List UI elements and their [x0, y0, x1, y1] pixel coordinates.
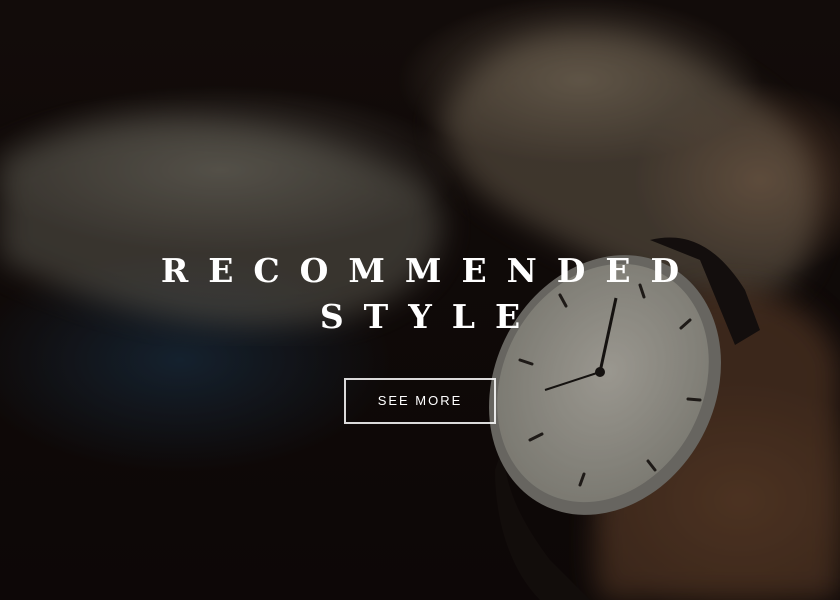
- hero-content: RECOMMENDED STYLE SEE MORE: [0, 248, 840, 424]
- hero-headline: RECOMMENDED STYLE: [0, 248, 840, 340]
- see-more-button[interactable]: SEE MORE: [344, 378, 496, 424]
- hero-headline-line2: STYLE: [319, 297, 541, 336]
- hero-section: RECOMMENDED STYLE SEE MORE: [0, 0, 840, 600]
- hero-headline-line1: RECOMMENDED: [160, 251, 700, 290]
